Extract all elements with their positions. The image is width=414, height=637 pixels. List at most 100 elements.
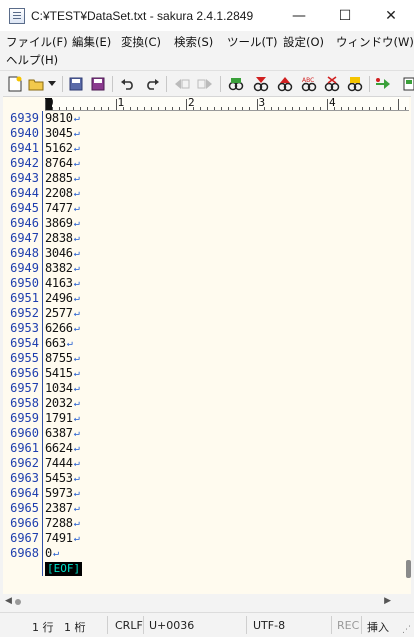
line-number[interactable]: 6941: [3, 141, 39, 156]
editor-line[interactable]: 6939 9810 ↵: [3, 111, 411, 126]
editor-line[interactable]: 6962 7444 ↵: [3, 456, 411, 471]
clear-highlight-icon[interactable]: [323, 75, 340, 92]
save-all-icon[interactable]: [89, 75, 106, 92]
line-number[interactable]: 6945: [3, 201, 39, 216]
editor-line[interactable]: 6955 8755 ↵: [3, 351, 411, 366]
close-button[interactable]: ✕: [368, 0, 414, 31]
line-number[interactable]: 6963: [3, 471, 39, 486]
jump-forward-icon[interactable]: [196, 75, 213, 92]
line-text[interactable]: 2496: [45, 291, 73, 306]
dropdown-icon[interactable]: [47, 75, 57, 92]
line-text[interactable]: 5973: [45, 486, 73, 501]
editor-line[interactable]: 6951 2496 ↵: [3, 291, 411, 306]
menu-help[interactable]: ヘルプ(H): [6, 52, 58, 68]
editor-line[interactable]: 6958 2032 ↵: [3, 396, 411, 411]
line-text[interactable]: 2208: [45, 186, 73, 201]
line-text[interactable]: 8755: [45, 351, 73, 366]
menu-settings[interactable]: 設定(O): [283, 34, 324, 50]
editor-line[interactable]: 6946 3869 ↵: [3, 216, 411, 231]
editor-line[interactable]: 6957 1034 ↵: [3, 381, 411, 396]
editor-line[interactable]: 6966 7288 ↵: [3, 516, 411, 531]
editor-line[interactable]: 6952 2577 ↵: [3, 306, 411, 321]
line-number[interactable]: 6956: [3, 366, 39, 381]
editor-line[interactable]: 6942 8764 ↵: [3, 156, 411, 171]
editor-line[interactable]: 6943 2885 ↵: [3, 171, 411, 186]
line-number[interactable]: 6964: [3, 486, 39, 501]
line-text[interactable]: 3045: [45, 126, 73, 141]
line-number[interactable]: 6942: [3, 156, 39, 171]
line-text[interactable]: 7491: [45, 531, 73, 546]
line-number[interactable]: 6965: [3, 501, 39, 516]
editor-line[interactable]: 6941 5162 ↵: [3, 141, 411, 156]
editor-line[interactable]: 6967 7491 ↵: [3, 531, 411, 546]
minimize-button[interactable]: —: [276, 0, 322, 31]
editor-line[interactable]: 6953 6266 ↵: [3, 321, 411, 336]
line-text[interactable]: 0: [45, 546, 52, 561]
save-icon[interactable]: [67, 75, 84, 92]
line-number[interactable]: 6949: [3, 261, 39, 276]
editor-line[interactable]: 6945 7477 ↵: [3, 201, 411, 216]
status-rec[interactable]: REC: [337, 619, 359, 632]
text-editor[interactable]: 01234 6939 9810 ↵ 6940 3045 ↵ 6941 5162 ↵ 6942 876…: [3, 96, 411, 594]
menu-tools[interactable]: ツール(T): [227, 34, 278, 50]
column-ruler[interactable]: 0 1 2 3 4: [45, 97, 409, 111]
sakura-app-icon[interactable]: [9, 7, 25, 24]
editor-line[interactable]: 6963 5453 ↵: [3, 471, 411, 486]
line-number[interactable]: 6943: [3, 171, 39, 186]
horizontal-scrollbar-thumb[interactable]: [15, 599, 21, 605]
line-number[interactable]: 6944: [3, 186, 39, 201]
undo-icon[interactable]: [119, 75, 136, 92]
new-file-icon[interactable]: [6, 75, 23, 92]
jump-back-icon[interactable]: [173, 75, 190, 92]
editor-line[interactable]: 6961 6624 ↵: [3, 441, 411, 456]
editor-line[interactable]: 6959 1791 ↵: [3, 411, 411, 426]
line-text[interactable]: 1034: [45, 381, 73, 396]
menu-edit[interactable]: 編集(E): [72, 34, 111, 50]
editor-line[interactable]: 6949 8382 ↵: [3, 261, 411, 276]
line-text[interactable]: 5415: [45, 366, 73, 381]
line-number[interactable]: 6940: [3, 126, 39, 141]
replace-icon[interactable]: ABC: [300, 75, 317, 92]
line-text[interactable]: 5453: [45, 471, 73, 486]
editor-line[interactable]: 6944 2208 ↵: [3, 186, 411, 201]
line-text[interactable]: 663: [45, 336, 66, 351]
line-text[interactable]: 7288: [45, 516, 73, 531]
line-text[interactable]: 6266: [45, 321, 73, 336]
editor-line[interactable]: 6954 663 ↵: [3, 336, 411, 351]
resize-grip-icon[interactable]: ⋰: [402, 625, 411, 635]
line-text[interactable]: 2032: [45, 396, 73, 411]
editor-line[interactable]: 6968 0 ↵: [3, 546, 411, 561]
line-number[interactable]: 6953: [3, 321, 39, 336]
line-number[interactable]: 6960: [3, 426, 39, 441]
horizontal-scrollbar[interactable]: ◀ ▶: [3, 594, 411, 610]
line-text[interactable]: 2577: [45, 306, 73, 321]
editor-line[interactable]: 6940 3045 ↵: [3, 126, 411, 141]
line-number[interactable]: 6967: [3, 531, 39, 546]
line-number[interactable]: 6968: [3, 546, 39, 561]
grep-icon[interactable]: [346, 75, 363, 92]
line-text[interactable]: 5162: [45, 141, 73, 156]
menu-window[interactable]: ウィンドウ(W): [336, 34, 414, 50]
line-number[interactable]: 6962: [3, 456, 39, 471]
line-number[interactable]: 6939: [3, 111, 39, 126]
status-encoding[interactable]: UTF-8: [253, 619, 285, 632]
line-number[interactable]: 6955: [3, 351, 39, 366]
editor-line[interactable]: 6950 4163 ↵: [3, 276, 411, 291]
line-text[interactable]: 9810: [45, 111, 73, 126]
menu-convert[interactable]: 変換(C): [121, 34, 161, 50]
line-number[interactable]: 6947: [3, 231, 39, 246]
editor-line[interactable]: 6956 5415 ↵: [3, 366, 411, 381]
editor-line[interactable]: 6964 5973 ↵: [3, 486, 411, 501]
editor-line[interactable]: 6947 2838 ↵: [3, 231, 411, 246]
line-number[interactable]: 6966: [3, 516, 39, 531]
line-text[interactable]: 2885: [45, 171, 73, 186]
line-text[interactable]: 1791: [45, 411, 73, 426]
maximize-button[interactable]: ☐: [322, 0, 368, 31]
scroll-right-icon[interactable]: ▶: [384, 596, 391, 606]
line-text[interactable]: 6387: [45, 426, 73, 441]
line-number[interactable]: 6952: [3, 306, 39, 321]
menu-file[interactable]: ファイル(F): [6, 34, 68, 50]
find-next-up-icon[interactable]: [276, 75, 293, 92]
line-text[interactable]: 7477: [45, 201, 73, 216]
line-number[interactable]: 6951: [3, 291, 39, 306]
